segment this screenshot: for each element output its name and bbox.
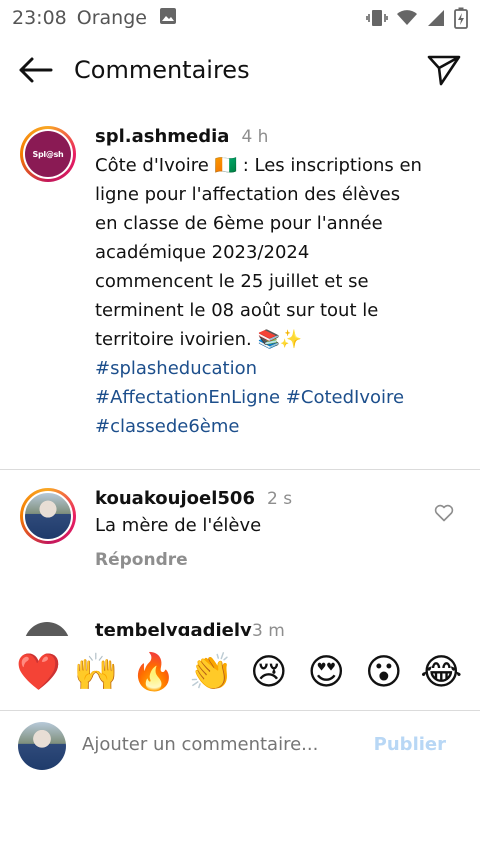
comment-input[interactable]	[82, 734, 362, 755]
back-button[interactable]	[16, 56, 54, 88]
hashtag-link[interactable]: #AffectationEnLigne	[95, 387, 280, 408]
hashtag-link[interactable]: #classede6ème	[95, 416, 239, 437]
emoji-clap[interactable]: 👏	[187, 653, 235, 693]
wifi-icon	[396, 9, 418, 27]
emoji-crying[interactable]: 😢	[245, 653, 293, 693]
comment-text: La mère de l'élève	[95, 515, 262, 536]
share-button[interactable]	[426, 54, 462, 90]
reply-button[interactable]: Répondre	[95, 550, 425, 570]
hashtag-list: #splasheducation #AffectationEnLigne #Co…	[95, 354, 425, 441]
author-avatar[interactable]: Spl@sh	[20, 126, 76, 182]
divider	[0, 469, 480, 470]
status-bar: 23:08 Orange	[0, 0, 480, 36]
avatar	[23, 491, 73, 541]
caption-text: Côte d'Ivoire 🇨🇮 : Les inscriptions en l…	[95, 155, 422, 350]
status-time: 23:08	[12, 7, 67, 29]
status-carrier: Orange	[76, 7, 147, 29]
heart-outline-icon	[434, 504, 454, 526]
brand-logo: Spl@sh	[25, 131, 71, 177]
arrow-left-icon	[17, 56, 53, 88]
signal-icon	[426, 8, 446, 28]
comment-time: 2 s	[266, 489, 293, 509]
comment-username[interactable]: kouakoujoel506	[95, 488, 255, 509]
header: Commentaires	[0, 50, 480, 94]
hashtag-link[interactable]: #splasheducation	[95, 358, 257, 379]
avatar	[24, 622, 70, 636]
emoji-heart[interactable]: ❤️	[15, 653, 63, 693]
status-icons	[366, 7, 468, 29]
emoji-laughing[interactable]: 😂	[417, 653, 465, 693]
caption-time: 4 h	[241, 127, 269, 147]
paper-plane-icon	[427, 54, 461, 90]
caption-username[interactable]: spl.ashmedia	[95, 126, 229, 147]
hashtag-link[interactable]: #CotedIvoire	[286, 387, 404, 408]
comment-item-partial: tembelygadiely 3 m	[20, 620, 460, 636]
like-button[interactable]	[434, 504, 458, 528]
emoji-raised-hands[interactable]: 🙌	[72, 653, 120, 693]
comment-composer: Publier	[0, 710, 480, 782]
avatar	[18, 722, 66, 770]
battery-charging-icon	[454, 7, 468, 29]
post-button[interactable]: Publier	[374, 734, 446, 755]
gallery-icon	[159, 7, 177, 30]
emoji-fire[interactable]: 🔥	[130, 653, 178, 693]
emoji-surprised[interactable]: 😮	[360, 653, 408, 693]
page-title: Commentaires	[74, 56, 250, 84]
commenter-avatar[interactable]	[20, 488, 76, 544]
emoji-heart-eyes[interactable]: 😍	[302, 653, 350, 693]
vibrate-icon	[366, 8, 388, 28]
comment-username[interactable]: tembelygadiely	[95, 620, 252, 636]
comment-time: 3 m	[252, 621, 285, 636]
emoji-quick-bar: ❤️ 🙌 🔥 👏 😢 😍 😮 😂	[0, 636, 480, 710]
